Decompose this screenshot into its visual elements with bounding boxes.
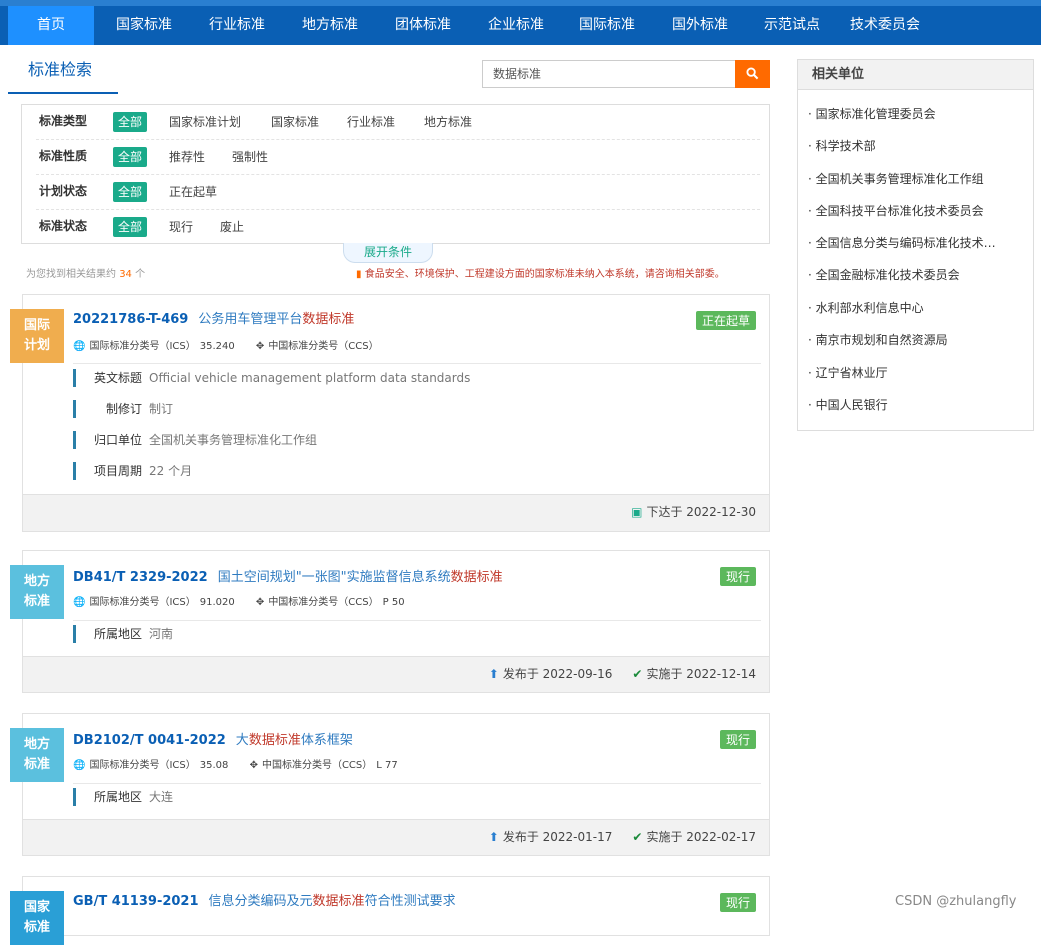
sidebar-item[interactable]: · 全国机关事务管理标准化工作组 [808,170,1018,187]
result-title[interactable]: DB41/T 2329-2022 国土空间规划"一张图"实施监督信息系统数据标准 [73,566,503,585]
issued-icon: ▣ [631,505,643,519]
search-icon [746,67,759,80]
filter-option[interactable]: 正在起草 [169,182,217,202]
category-tag: 国际 计划 [10,309,64,363]
nav-item-foreign[interactable]: 国外标准 [658,6,742,45]
filter-option[interactable]: 废止 [220,217,244,237]
expand-conditions-button[interactable]: 展开条件 [343,243,433,263]
search-button[interactable] [735,60,770,88]
top-nav: 首页 国家标准 行业标准 地方标准 团体标准 企业标准 国际标准 国外标准 示范… [0,0,1041,45]
detail-row: 项目周期 22 个月 [73,462,763,480]
sidebar-item[interactable]: · 科学技术部 [808,137,1018,154]
check-icon: ✔ [632,830,643,844]
filter-label: 标准状态 [39,219,88,233]
filter-option-all[interactable]: 全部 [113,217,148,237]
classification-meta: 🌐 国际标准分类号（ICS） 35.08 ✥ 中国标准分类号（CCS） L 77 [73,760,398,771]
filter-option-all[interactable]: 全部 [113,147,148,167]
search-input[interactable]: 数据标准 [482,60,770,88]
nav-item-international[interactable]: 国际标准 [565,6,649,45]
filter-option[interactable]: 推荐性 [169,147,205,167]
nav-item-committee[interactable]: 技术委员会 [842,6,928,45]
sidebar-item[interactable]: · 全国信息分类与编码标准化技术… [808,234,1018,251]
nav-item-group[interactable]: 团体标准 [381,6,465,45]
result-card: 国际 计划 20221786-T-469 公务用车管理平台数据标准 正在起草 🌐 国际… [10,294,770,532]
sidebar-item[interactable]: · 全国金融标准化技术委员会 [808,266,1018,283]
nav-item-pilot[interactable]: 示范试点 [750,6,834,45]
filter-row-status: 标准状态 全部 现行 废止 [36,210,760,245]
category-tag: 地方 标准 [10,728,64,782]
filter-option[interactable]: 强制性 [232,147,268,167]
category-tag: 国家 标准 [10,891,64,945]
section-title: 标准检索 [8,58,118,94]
result-count: 为您找到相关结果约 34 个 [26,269,146,280]
filter-row-type: 标准类型 全部 国家标准计划 国家标准 行业标准 地方标准 [36,105,760,140]
detail-row: 归口单位 全国机关事务管理标准化工作组 [73,431,763,449]
status-badge: 现行 [719,567,756,586]
filter-row-plan-status: 计划状态 全部 正在起草 [36,175,760,210]
filter-label: 计划状态 [39,184,88,198]
sidebar-item[interactable]: · 水利部水利信息中心 [808,299,1018,316]
watermark: CSDN @zhulangfly [895,894,1017,909]
card-footer: ▣ 下达于 2022-12-30 [23,494,769,531]
detail-row: 所属地区 河南 [73,625,763,643]
filter-option[interactable]: 地方标准 [424,112,472,132]
filter-label: 标准性质 [39,149,88,163]
filter-label: 标准类型 [39,114,88,128]
upload-icon: ⬆ [488,667,499,681]
filter-row-nature: 标准性质 全部 推荐性 强制性 [36,140,760,175]
related-units-panel: 相关单位 · 国家标准化管理委员会 · 科学技术部 · 全国机关事务管理标准化工… [797,59,1034,431]
status-badge: 正在起草 [695,311,756,330]
filter-option-all[interactable]: 全部 [113,112,148,132]
nav-item-national[interactable]: 国家标准 [102,6,186,45]
detail-row: 制修订 制订 [73,400,763,418]
filter-panel: 标准类型 全部 国家标准计划 国家标准 行业标准 地方标准 标准性质 全部 推荐… [21,104,770,244]
nav-item-enterprise[interactable]: 企业标准 [474,6,558,45]
result-card: 国家 标准 GB/T 41139-2021 信息分类编码及元数据标准符合性测试要求 … [10,876,770,945]
globe-icon: 🌐 [73,597,86,608]
nav-item-local[interactable]: 地方标准 [288,6,372,45]
result-title[interactable]: GB/T 41139-2021 信息分类编码及元数据标准符合性测试要求 [73,890,456,909]
sidebar-title: 相关单位 [798,60,1033,90]
nav-item-industry[interactable]: 行业标准 [195,6,279,45]
result-card: 地方 标准 DB41/T 2329-2022 国土空间规划"一张图"实施监督信息系统… [10,550,770,693]
card-footer: ⬆ 发布于 2022-09-16 ✔ 实施于 2022-12-14 [23,656,769,692]
crosshair-icon: ✥ [255,341,265,352]
globe-icon: 🌐 [73,760,86,771]
classification-meta: 🌐 国际标准分类号（ICS） 35.240 ✥ 中国标准分类号（CCS） [73,341,379,352]
sidebar-item[interactable]: · 全国科技平台标准化技术委员会 [808,202,1018,219]
result-card: 地方 标准 DB2102/T 0041-2022 大数据标准体系框架 现行 🌐 国际标… [10,713,770,856]
filter-option[interactable]: 国家标准 [271,112,319,132]
upload-icon: ⬆ [488,830,499,844]
filter-option[interactable]: 国家标准计划 [169,112,241,132]
status-badge: 现行 [719,730,756,749]
check-icon: ✔ [632,667,643,681]
crosshair-icon: ✥ [255,597,265,608]
notice: ▮ 食品安全、环境保护、工程建设方面的国家标准未纳入本系统，请咨询相关部委。 [356,269,725,280]
sidebar-item[interactable]: · 中国人民银行 [808,396,1018,413]
sidebar-item[interactable]: · 南京市规划和自然资源局 [808,331,1018,348]
filter-option-all[interactable]: 全部 [113,182,148,202]
nav-item-home[interactable]: 首页 [8,6,94,45]
detail-row: 英文标题 Official vehicle management platform… [73,369,763,387]
crosshair-icon: ✥ [249,760,258,771]
status-badge: 现行 [719,893,756,912]
bookmark-icon: ▮ [356,269,362,280]
detail-row: 所属地区 大连 [73,788,763,806]
category-tag: 地方 标准 [10,565,64,619]
filter-option[interactable]: 现行 [169,217,193,237]
filter-option[interactable]: 行业标准 [347,112,395,132]
sidebar-item[interactable]: · 国家标准化管理委员会 [808,105,1018,122]
result-title[interactable]: DB2102/T 0041-2022 大数据标准体系框架 [73,729,353,748]
card-footer: ⬆ 发布于 2022-01-17 ✔ 实施于 2022-02-17 [23,819,769,855]
globe-icon: 🌐 [73,341,86,352]
sidebar-item[interactable]: · 辽宁省林业厅 [808,364,1018,381]
classification-meta: 🌐 国际标准分类号（ICS） 91.020 ✥ 中国标准分类号（CCS） P 50 [73,597,405,608]
result-title[interactable]: 20221786-T-469 公务用车管理平台数据标准 [73,308,354,327]
